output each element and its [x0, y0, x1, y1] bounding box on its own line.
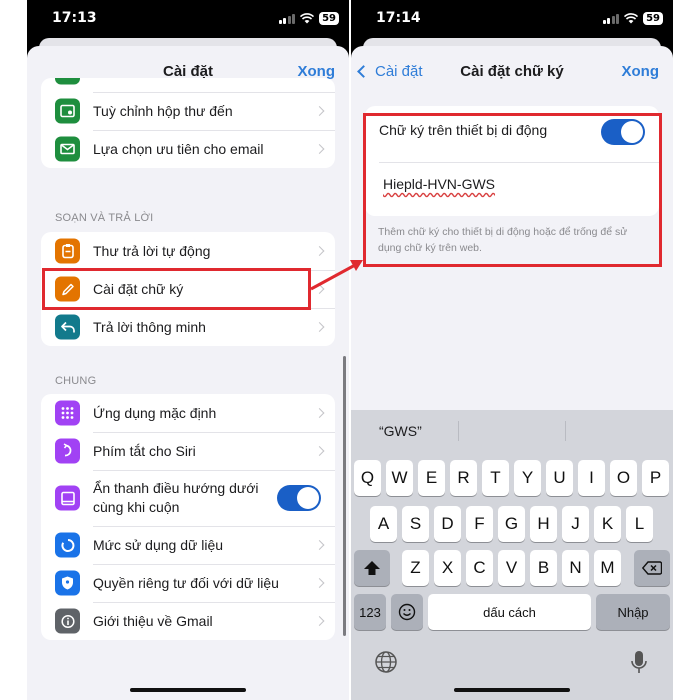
arrow-annotation	[310, 260, 363, 291]
